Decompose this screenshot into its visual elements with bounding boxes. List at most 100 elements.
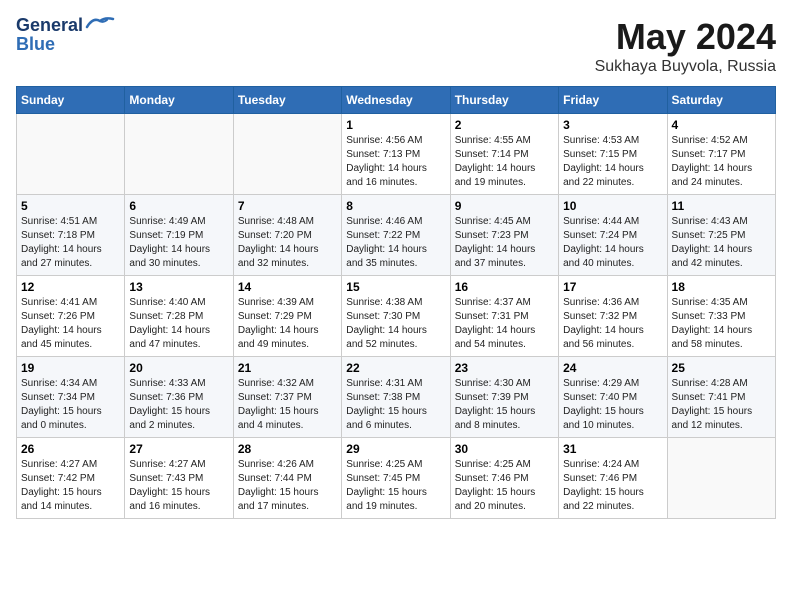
col-wednesday: Wednesday: [342, 87, 450, 114]
calendar-week-row: 1 Sunrise: 4:56 AMSunset: 7:13 PMDayligh…: [17, 114, 776, 195]
table-row: 15 Sunrise: 4:38 AMSunset: 7:30 PMDaylig…: [342, 276, 450, 357]
day-number: 3: [563, 118, 662, 132]
table-row: 5 Sunrise: 4:51 AMSunset: 7:18 PMDayligh…: [17, 195, 125, 276]
day-info: Sunrise: 4:38 AMSunset: 7:30 PMDaylight:…: [346, 296, 445, 352]
table-row: 1 Sunrise: 4:56 AMSunset: 7:13 PMDayligh…: [342, 114, 450, 195]
logo-blue-text: Blue: [16, 34, 55, 55]
day-number: 23: [455, 361, 554, 375]
calendar-week-row: 26 Sunrise: 4:27 AMSunset: 7:42 PMDaylig…: [17, 438, 776, 519]
day-number: 22: [346, 361, 445, 375]
day-number: 25: [672, 361, 771, 375]
day-number: 14: [238, 280, 337, 294]
table-row: 30 Sunrise: 4:25 AMSunset: 7:46 PMDaylig…: [450, 438, 558, 519]
col-monday: Monday: [125, 87, 233, 114]
day-number: 31: [563, 442, 662, 456]
day-number: 18: [672, 280, 771, 294]
location-subtitle: Sukhaya Buyvola, Russia: [595, 58, 776, 76]
day-info: Sunrise: 4:49 AMSunset: 7:19 PMDaylight:…: [129, 215, 228, 271]
table-row: 25 Sunrise: 4:28 AMSunset: 7:41 PMDaylig…: [667, 357, 775, 438]
logo-bird-icon: [85, 15, 115, 33]
day-number: 10: [563, 199, 662, 213]
day-number: 9: [455, 199, 554, 213]
calendar-week-row: 19 Sunrise: 4:34 AMSunset: 7:34 PMDaylig…: [17, 357, 776, 438]
day-info: Sunrise: 4:27 AMSunset: 7:43 PMDaylight:…: [129, 458, 228, 514]
day-info: Sunrise: 4:52 AMSunset: 7:17 PMDaylight:…: [672, 134, 771, 190]
table-row: 18 Sunrise: 4:35 AMSunset: 7:33 PMDaylig…: [667, 276, 775, 357]
table-row: 17 Sunrise: 4:36 AMSunset: 7:32 PMDaylig…: [559, 276, 667, 357]
day-info: Sunrise: 4:25 AMSunset: 7:45 PMDaylight:…: [346, 458, 445, 514]
day-info: Sunrise: 4:46 AMSunset: 7:22 PMDaylight:…: [346, 215, 445, 271]
day-info: Sunrise: 4:55 AMSunset: 7:14 PMDaylight:…: [455, 134, 554, 190]
table-row: 6 Sunrise: 4:49 AMSunset: 7:19 PMDayligh…: [125, 195, 233, 276]
day-number: 28: [238, 442, 337, 456]
day-info: Sunrise: 4:28 AMSunset: 7:41 PMDaylight:…: [672, 377, 771, 433]
day-number: 29: [346, 442, 445, 456]
day-info: Sunrise: 4:40 AMSunset: 7:28 PMDaylight:…: [129, 296, 228, 352]
day-info: Sunrise: 4:30 AMSunset: 7:39 PMDaylight:…: [455, 377, 554, 433]
day-info: Sunrise: 4:32 AMSunset: 7:37 PMDaylight:…: [238, 377, 337, 433]
col-friday: Friday: [559, 87, 667, 114]
title-block: May 2024 Sukhaya Buyvola, Russia: [595, 16, 776, 76]
col-tuesday: Tuesday: [233, 87, 341, 114]
calendar-week-row: 12 Sunrise: 4:41 AMSunset: 7:26 PMDaylig…: [17, 276, 776, 357]
table-row: 19 Sunrise: 4:34 AMSunset: 7:34 PMDaylig…: [17, 357, 125, 438]
day-number: 21: [238, 361, 337, 375]
table-row: 28 Sunrise: 4:26 AMSunset: 7:44 PMDaylig…: [233, 438, 341, 519]
day-info: Sunrise: 4:33 AMSunset: 7:36 PMDaylight:…: [129, 377, 228, 433]
table-row: 10 Sunrise: 4:44 AMSunset: 7:24 PMDaylig…: [559, 195, 667, 276]
table-row: 14 Sunrise: 4:39 AMSunset: 7:29 PMDaylig…: [233, 276, 341, 357]
day-info: Sunrise: 4:39 AMSunset: 7:29 PMDaylight:…: [238, 296, 337, 352]
table-row: 23 Sunrise: 4:30 AMSunset: 7:39 PMDaylig…: [450, 357, 558, 438]
day-number: 15: [346, 280, 445, 294]
table-row: [125, 114, 233, 195]
day-number: 2: [455, 118, 554, 132]
page-header: General Blue May 2024 Sukhaya Buyvola, R…: [16, 16, 776, 76]
day-info: Sunrise: 4:48 AMSunset: 7:20 PMDaylight:…: [238, 215, 337, 271]
table-row: 2 Sunrise: 4:55 AMSunset: 7:14 PMDayligh…: [450, 114, 558, 195]
table-row: 27 Sunrise: 4:27 AMSunset: 7:43 PMDaylig…: [125, 438, 233, 519]
month-year-title: May 2024: [595, 16, 776, 58]
day-number: 12: [21, 280, 120, 294]
day-info: Sunrise: 4:36 AMSunset: 7:32 PMDaylight:…: [563, 296, 662, 352]
day-info: Sunrise: 4:56 AMSunset: 7:13 PMDaylight:…: [346, 134, 445, 190]
day-number: 26: [21, 442, 120, 456]
day-info: Sunrise: 4:43 AMSunset: 7:25 PMDaylight:…: [672, 215, 771, 271]
day-info: Sunrise: 4:45 AMSunset: 7:23 PMDaylight:…: [455, 215, 554, 271]
table-row: 31 Sunrise: 4:24 AMSunset: 7:46 PMDaylig…: [559, 438, 667, 519]
day-info: Sunrise: 4:29 AMSunset: 7:40 PMDaylight:…: [563, 377, 662, 433]
table-row: 26 Sunrise: 4:27 AMSunset: 7:42 PMDaylig…: [17, 438, 125, 519]
day-info: Sunrise: 4:26 AMSunset: 7:44 PMDaylight:…: [238, 458, 337, 514]
table-row: [17, 114, 125, 195]
day-number: 4: [672, 118, 771, 132]
day-number: 30: [455, 442, 554, 456]
table-row: 11 Sunrise: 4:43 AMSunset: 7:25 PMDaylig…: [667, 195, 775, 276]
table-row: 22 Sunrise: 4:31 AMSunset: 7:38 PMDaylig…: [342, 357, 450, 438]
table-row: 24 Sunrise: 4:29 AMSunset: 7:40 PMDaylig…: [559, 357, 667, 438]
table-row: 3 Sunrise: 4:53 AMSunset: 7:15 PMDayligh…: [559, 114, 667, 195]
table-row: [233, 114, 341, 195]
day-number: 16: [455, 280, 554, 294]
day-info: Sunrise: 4:51 AMSunset: 7:18 PMDaylight:…: [21, 215, 120, 271]
day-info: Sunrise: 4:37 AMSunset: 7:31 PMDaylight:…: [455, 296, 554, 352]
table-row: 7 Sunrise: 4:48 AMSunset: 7:20 PMDayligh…: [233, 195, 341, 276]
day-info: Sunrise: 4:44 AMSunset: 7:24 PMDaylight:…: [563, 215, 662, 271]
table-row: [667, 438, 775, 519]
logo: General Blue: [16, 16, 115, 55]
day-number: 5: [21, 199, 120, 213]
day-info: Sunrise: 4:53 AMSunset: 7:15 PMDaylight:…: [563, 134, 662, 190]
table-row: 16 Sunrise: 4:37 AMSunset: 7:31 PMDaylig…: [450, 276, 558, 357]
day-number: 24: [563, 361, 662, 375]
table-row: 9 Sunrise: 4:45 AMSunset: 7:23 PMDayligh…: [450, 195, 558, 276]
day-number: 19: [21, 361, 120, 375]
day-info: Sunrise: 4:41 AMSunset: 7:26 PMDaylight:…: [21, 296, 120, 352]
table-row: 13 Sunrise: 4:40 AMSunset: 7:28 PMDaylig…: [125, 276, 233, 357]
table-row: 29 Sunrise: 4:25 AMSunset: 7:45 PMDaylig…: [342, 438, 450, 519]
table-row: 12 Sunrise: 4:41 AMSunset: 7:26 PMDaylig…: [17, 276, 125, 357]
day-number: 8: [346, 199, 445, 213]
day-info: Sunrise: 4:27 AMSunset: 7:42 PMDaylight:…: [21, 458, 120, 514]
day-info: Sunrise: 4:35 AMSunset: 7:33 PMDaylight:…: [672, 296, 771, 352]
calendar-header-row: Sunday Monday Tuesday Wednesday Thursday…: [17, 87, 776, 114]
day-number: 1: [346, 118, 445, 132]
day-number: 6: [129, 199, 228, 213]
table-row: 20 Sunrise: 4:33 AMSunset: 7:36 PMDaylig…: [125, 357, 233, 438]
